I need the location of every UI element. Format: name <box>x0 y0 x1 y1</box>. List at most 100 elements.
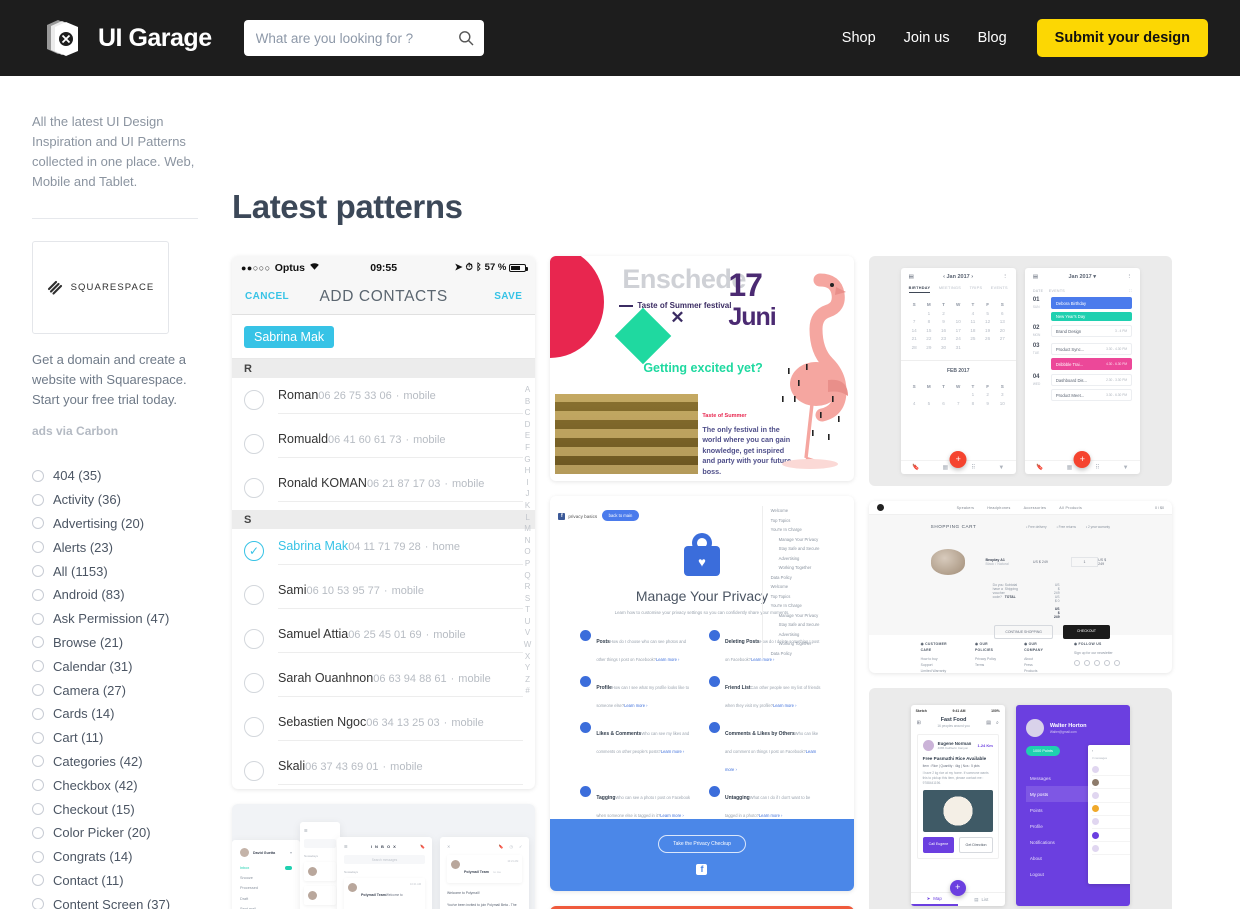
privacy-basics-chip[interactable]: f privacy basics <box>558 513 597 520</box>
alpha-index-letter[interactable]: W <box>524 639 532 651</box>
list-item[interactable] <box>304 886 336 905</box>
radio-icon[interactable] <box>32 517 44 530</box>
event-item[interactable]: Brand Design 3 - 4 PM <box>1050 325 1132 337</box>
list-item[interactable] <box>1092 803 1130 816</box>
search-icon[interactable] <box>458 30 474 46</box>
calendar-day[interactable]: 18 <box>967 328 978 333</box>
category-item[interactable]: Checkbox (42) <box>32 773 198 797</box>
calendar-day[interactable]: 9 <box>938 319 949 324</box>
alpha-index-letter[interactable]: K <box>525 500 530 512</box>
brand-logo[interactable]: UI Garage <box>40 16 212 60</box>
contact-checkbox[interactable] <box>244 761 264 781</box>
radio-icon[interactable] <box>32 660 44 673</box>
contact-row[interactable]: Romuald06 41 60 61 73 · mobile <box>232 422 535 466</box>
calendar-day[interactable]: 10 <box>953 319 964 324</box>
privacy-side-link[interactable]: Top Topics <box>771 592 848 602</box>
radio-icon[interactable] <box>32 755 44 768</box>
category-item[interactable]: Ask Permission (47) <box>32 607 198 631</box>
contact-row[interactable]: Roman06 26 75 33 06 · mobile <box>232 378 535 422</box>
contact-row[interactable]: Skali06 37 43 69 01 · mobile <box>232 749 535 789</box>
contact-checkbox[interactable] <box>244 541 264 561</box>
category-item[interactable]: Checkout (15) <box>32 797 198 821</box>
calendar-icon[interactable]: ▦ <box>1067 464 1073 471</box>
alpha-index-letter[interactable]: P <box>525 558 530 570</box>
bookmark-icon[interactable]: 🔖 <box>420 844 425 849</box>
calendar-day[interactable]: 5 <box>982 311 993 316</box>
calendar-day[interactable]: 8 <box>967 401 978 406</box>
contact-checkbox[interactable] <box>244 717 264 737</box>
calendar-day[interactable]: 11 <box>967 319 978 324</box>
carbon-ad-banner[interactable]: SQUARESPACE <box>32 241 169 334</box>
alpha-index-letter[interactable]: B <box>525 396 530 408</box>
nav-link-join-us[interactable]: Join us <box>904 30 950 46</box>
pattern-card-shopping-cart[interactable]: Speakers Headphones Accessories All Product… <box>868 501 1172 673</box>
social-icon[interactable] <box>1073 660 1080 666</box>
bookmark-icon[interactable]: 🔖 <box>498 844 503 849</box>
privacy-item[interactable]: ProfileHow can I see what my profile loo… <box>580 676 695 712</box>
mail-nav-item[interactable]: Inbox <box>240 866 292 870</box>
contact-checkbox[interactable] <box>244 629 264 649</box>
cart-count[interactable]: 0 / $0 <box>1155 506 1164 510</box>
alpha-index-letter[interactable]: M <box>524 523 531 535</box>
list-item[interactable] <box>1092 776 1130 790</box>
list-item[interactable] <box>1092 816 1130 829</box>
close-icon[interactable]: ✕ <box>447 844 450 849</box>
calendar-day[interactable]: 17 <box>953 328 964 333</box>
contact-checkbox[interactable] <box>244 390 264 410</box>
radio-icon[interactable] <box>32 898 44 909</box>
privacy-side-link[interactable]: Stay Safe and Secure <box>771 620 848 630</box>
calendar-day[interactable]: 8 <box>923 319 934 324</box>
contact-row[interactable]: Sarah Ouanhnon06 63 94 88 61 · mobile <box>232 661 535 705</box>
shop-nav-link[interactable]: Speakers <box>957 506 975 510</box>
category-item[interactable]: Browse (21) <box>32 631 198 655</box>
category-item[interactable]: Camera (27) <box>32 678 198 702</box>
calendar-day[interactable]: 24 <box>953 336 964 341</box>
calendar-day[interactable]: 26 <box>982 336 993 341</box>
alpha-index-letter[interactable]: A <box>525 384 530 396</box>
pattern-card-add-contacts[interactable]: ●●○○○ Optus 09:55 ➤ ⏱ ᛒ 57 % CANCEL ADD … <box>232 256 536 789</box>
category-item[interactable]: Contact (11) <box>32 869 198 893</box>
search-input[interactable] <box>255 30 458 46</box>
bookmark-icon[interactable]: 🔖 <box>1036 464 1043 471</box>
overflow-icon[interactable]: ⋮ <box>1126 274 1132 280</box>
calendar-day[interactable]: 20 <box>997 328 1008 333</box>
radio-icon[interactable] <box>32 469 44 482</box>
radio-icon[interactable] <box>32 612 44 625</box>
contact-row[interactable]: Sabrina Mak04 11 71 79 28·home <box>232 529 535 573</box>
event-item[interactable]: Dashboard Dis... 2.30 - 3.30 PM <box>1050 374 1132 386</box>
calendar-day[interactable]: 7 <box>953 401 964 406</box>
add-post-fab[interactable]: + <box>949 880 966 896</box>
list-item[interactable] <box>304 862 336 881</box>
mail-nav-item[interactable]: Snooze <box>240 876 292 880</box>
call-button[interactable]: Call Eugene <box>922 837 955 853</box>
social-icon[interactable] <box>1093 660 1100 666</box>
alpha-index-letter[interactable]: L <box>525 512 529 524</box>
alpha-index-letter[interactable]: J <box>526 488 530 500</box>
calendar-day[interactable] <box>909 392 920 397</box>
radio-icon[interactable] <box>32 803 44 816</box>
privacy-side-link[interactable]: You're In Charge <box>771 525 848 535</box>
calendar-day[interactable] <box>923 392 934 397</box>
grid-icon[interactable]: ⠿ <box>971 464 975 471</box>
privacy-item[interactable]: TaggingWho can see a photo I post on Fac… <box>580 786 695 822</box>
social-icon[interactable] <box>1113 660 1120 666</box>
alpha-index-letter[interactable]: O <box>524 546 530 558</box>
calendar-day[interactable]: 1 <box>967 392 978 397</box>
calendar-month-nav[interactable]: ‹ Jan 2017 › <box>943 274 973 280</box>
category-item[interactable]: Alerts (23) <box>32 535 198 559</box>
privacy-side-link[interactable]: Welcome <box>771 582 848 592</box>
calendar-day[interactable]: 4 <box>909 401 920 406</box>
shop-logo-icon[interactable] <box>876 504 884 511</box>
mail-list-item[interactable]: Polymail TeamWelcome to PolymailTruck Si… <box>344 878 425 909</box>
radio-icon[interactable] <box>32 731 44 744</box>
alpha-index-letter[interactable]: G <box>524 454 530 466</box>
list-item[interactable] <box>1092 829 1130 843</box>
calendar-day[interactable]: 29 <box>923 345 934 350</box>
calendar-day[interactable] <box>909 311 920 316</box>
social-icon[interactable] <box>1083 660 1090 666</box>
alpha-index-letter[interactable]: T <box>525 604 530 616</box>
mail-search-input[interactable]: Search messages <box>344 855 425 864</box>
radio-icon[interactable] <box>32 565 44 578</box>
calendar-day[interactable]: 6 <box>997 311 1008 316</box>
category-item[interactable]: Calendar (31) <box>32 654 198 678</box>
